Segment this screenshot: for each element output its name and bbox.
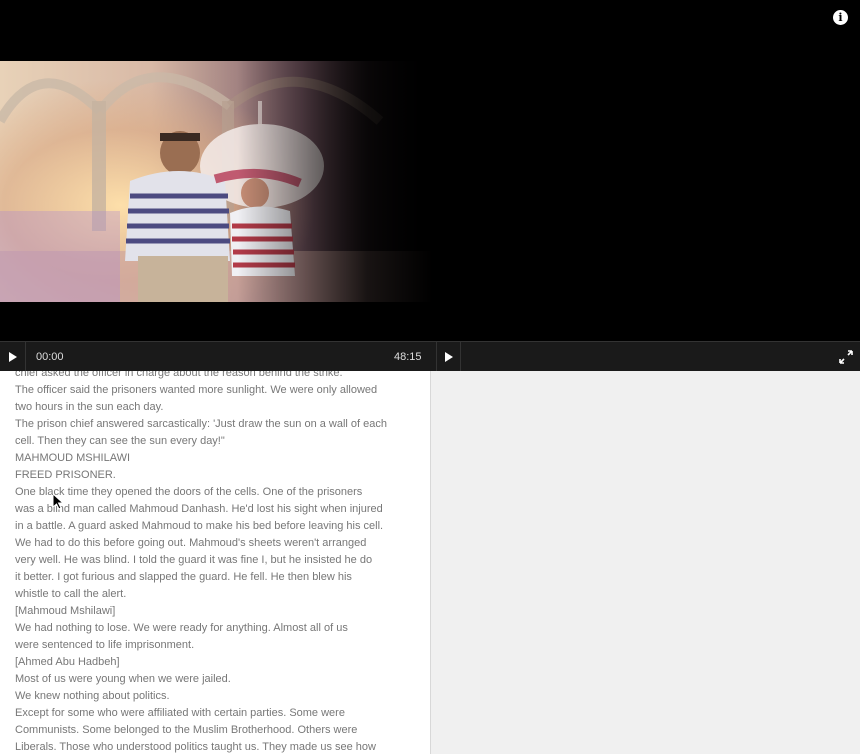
transcript-line: it better. I got furious and slapped the… — [15, 571, 352, 583]
current-time: 00:00 — [36, 351, 64, 363]
transcript-line: two hours in the sun each day. — [15, 401, 164, 413]
transcript-line: One black time they opened the doors of … — [15, 486, 363, 498]
fullscreen-button[interactable] — [836, 342, 856, 372]
transcript-line: Communists. Some belonged to the Muslim … — [15, 724, 358, 736]
video-frame[interactable] — [0, 61, 432, 302]
player-controls: 00:00 48:15 — [0, 341, 860, 372]
play-icon — [444, 352, 453, 362]
play-button[interactable] — [0, 342, 26, 372]
transcript-line: very well. He was blind. I told the guar… — [15, 554, 373, 566]
transcript-line: The officer said the prisoners wanted mo… — [15, 384, 378, 396]
video-player[interactable]: i — [0, 0, 860, 341]
transcript-panel[interactable]: chief asked the officer in charge about … — [0, 371, 430, 754]
transcript-line: We knew nothing about politics. — [15, 690, 170, 702]
play-icon — [8, 352, 17, 362]
transcript-line: MAHMOUD MSHILAWI — [15, 452, 131, 464]
transcript-line: Except for some who were affiliated with… — [15, 707, 345, 719]
mouse-cursor-icon — [53, 494, 65, 510]
transcript-line: Most of us were young when we were jaile… — [15, 673, 231, 685]
transcript-line: The prison chief answered sarcastically:… — [15, 418, 388, 430]
transcript-text: chief asked the officer in charge about … — [15, 371, 415, 754]
duration: 48:15 — [394, 351, 422, 363]
transcript-line: Liberals. Those who understood politics … — [15, 741, 376, 753]
play-button-secondary[interactable] — [436, 342, 461, 372]
transcript-line: [Mahmoud Mshilawi] — [15, 605, 116, 617]
transcript-line: cell. Then they can see the sun every da… — [15, 435, 225, 447]
side-panel — [430, 371, 860, 754]
transcript-line: We had to do this before going out. Mahm… — [15, 537, 367, 549]
transcript-line: was a blind man called Mahmoud Danhash. … — [15, 503, 383, 515]
transcript-line: We had nothing to lose. We were ready fo… — [15, 622, 348, 634]
transcript-line: whistle to call the alert. — [15, 588, 127, 600]
transcript-line: [Ahmed Abu Hadbeh] — [15, 656, 120, 668]
transcript-line: were sentenced to life imprisonment. — [15, 639, 195, 651]
info-icon[interactable]: i — [833, 10, 848, 25]
transcript-line: chief asked the officer in charge about … — [15, 371, 343, 379]
transcript-line: in a battle. A guard asked Mahmoud to ma… — [15, 520, 384, 532]
transcript-line: FREED PRISONER. — [15, 469, 116, 481]
fullscreen-icon — [839, 350, 853, 364]
